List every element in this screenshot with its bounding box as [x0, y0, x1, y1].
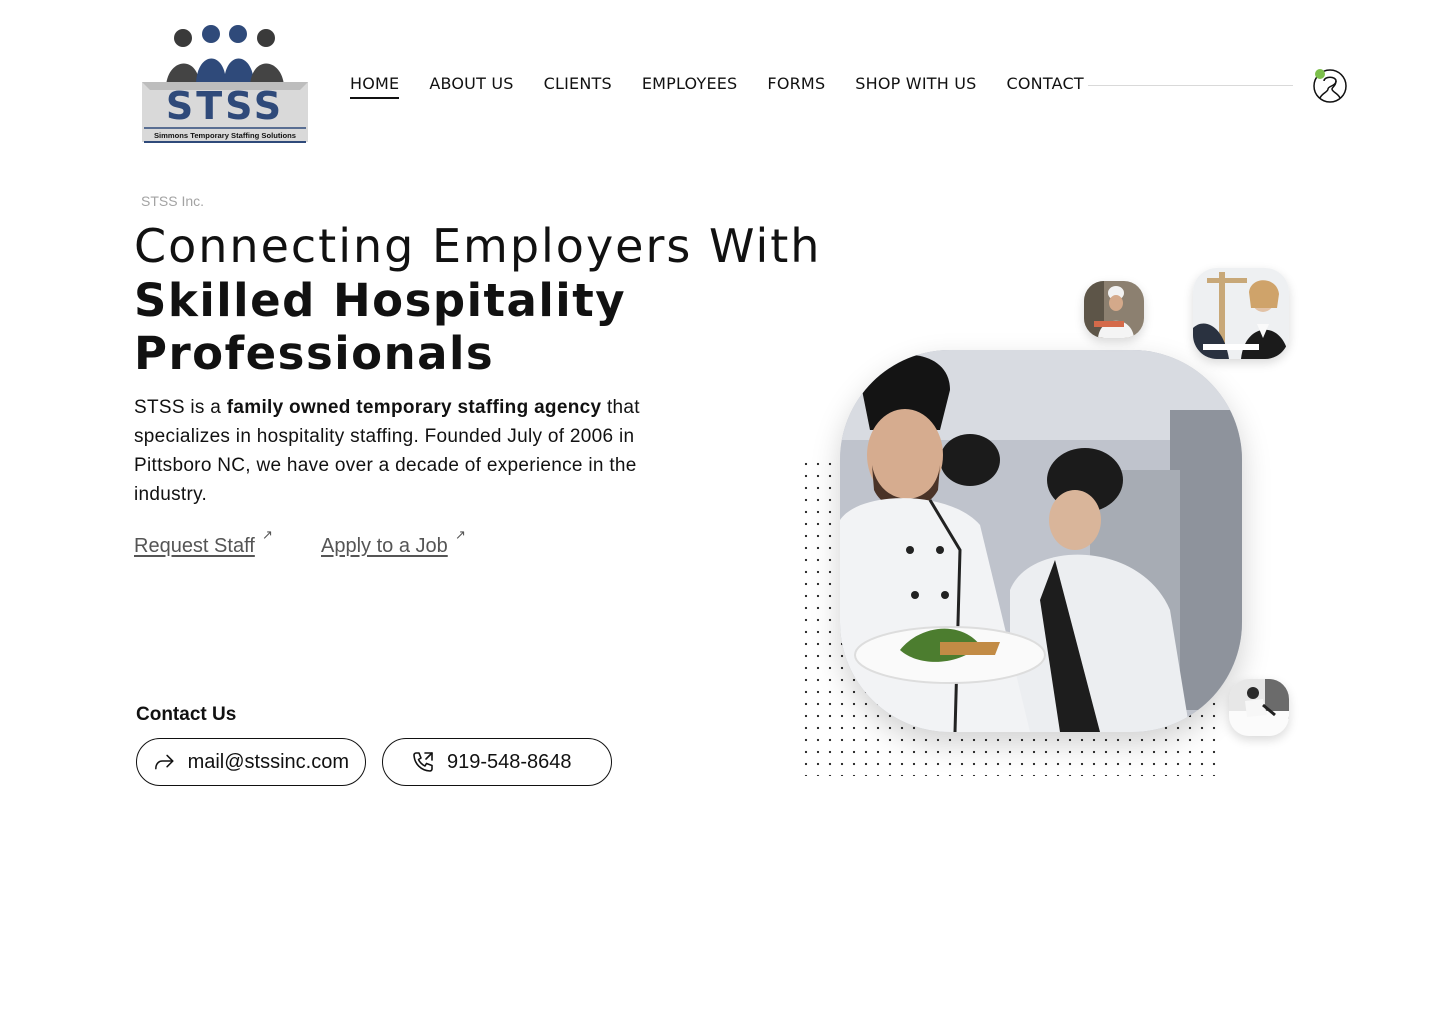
share-arrow-icon	[155, 754, 174, 770]
housekeeper-thumbnail-photo	[1229, 679, 1289, 736]
request-staff-link[interactable]: Request Staff ↗	[134, 527, 273, 558]
chef-thumbnail-photo	[1084, 281, 1144, 338]
chef-hero-photo	[840, 350, 1242, 732]
office-meeting-thumbnail-photo	[1193, 268, 1289, 359]
hero-headline: Connecting Employers With Skilled Hospit…	[134, 218, 894, 380]
request-staff-label: Request Staff	[134, 535, 255, 557]
online-status-dot	[1315, 69, 1325, 79]
svg-text:STSS: STSS	[166, 84, 284, 128]
nav-clients[interactable]: CLIENTS	[544, 74, 612, 99]
hero-intro: STSS is a family owned temporary staffin…	[134, 393, 694, 509]
headline-line-3: Professionals	[134, 327, 495, 380]
intro-bold: family owned temporary staffing agency	[226, 397, 602, 418]
external-arrow-icon: ↗	[262, 527, 273, 542]
email-contact-button[interactable]: mail@stssinc.com	[136, 738, 366, 786]
nav-divider	[1088, 85, 1293, 86]
nav-employees[interactable]: EMPLOYEES	[642, 74, 738, 99]
email-address: mail@stssinc.com	[187, 750, 349, 773]
svg-text:Simmons Temporary Staffing Sol: Simmons Temporary Staffing Solutions	[154, 131, 296, 140]
brand-logo[interactable]: STSS Simmons Temporary Staffing Solution…	[140, 24, 312, 146]
headline-line-1: Connecting Employers With	[134, 219, 822, 273]
main-nav: HOME ABOUT US CLIENTS EMPLOYEES FORMS SH…	[350, 74, 1114, 99]
apply-to-job-label: Apply to a Job	[321, 535, 448, 557]
apply-to-job-link[interactable]: Apply to a Job ↗	[321, 527, 466, 558]
company-eyebrow: STSS Inc.	[141, 193, 205, 209]
phone-call-icon	[413, 752, 433, 772]
intro-prefix: STSS is a	[134, 397, 227, 418]
contact-us-heading: Contact Us	[136, 704, 237, 725]
nav-home[interactable]: HOME	[350, 74, 400, 99]
nav-contact[interactable]: CONTACT	[1007, 74, 1084, 99]
nav-about-us[interactable]: ABOUT US	[429, 74, 513, 99]
nav-shop-with-us[interactable]: SHOP WITH US	[855, 74, 976, 99]
external-arrow-icon: ↗	[455, 527, 466, 542]
phone-contact-button[interactable]: 919-548-8648	[382, 738, 612, 786]
headline-line-2: Skilled Hospitality	[134, 274, 627, 327]
phone-number: 919-548-8648	[447, 750, 572, 773]
nav-forms[interactable]: FORMS	[767, 74, 825, 99]
